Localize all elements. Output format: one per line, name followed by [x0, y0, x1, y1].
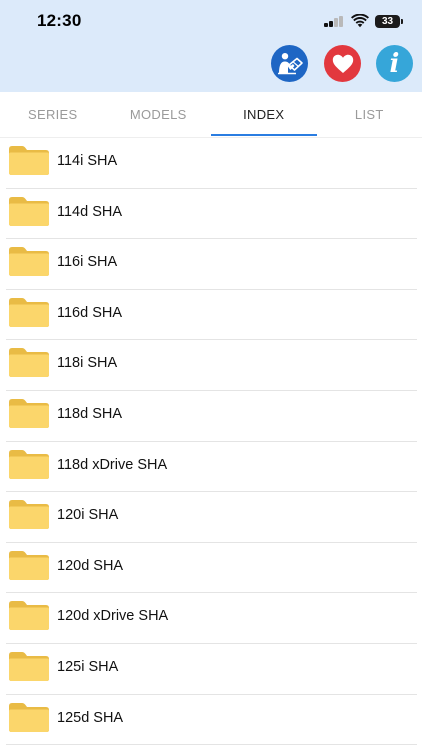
- tab-index-label: INDEX: [243, 107, 285, 122]
- status-icons: 33: [324, 13, 403, 29]
- list-item-label: 118d xDrive SHA: [57, 456, 168, 473]
- list-item[interactable]: 114i SHA: [0, 138, 422, 189]
- list-item-label: 116i SHA: [57, 254, 118, 271]
- battery-icon: 33: [375, 14, 403, 28]
- tab-list-label: LIST: [354, 107, 384, 122]
- app-header: 12:30 33 i: [0, 0, 422, 92]
- tab-series[interactable]: SERIES: [0, 92, 106, 137]
- person-reading-book-icon: [277, 52, 303, 74]
- folder-icon: [9, 651, 49, 681]
- tab-models[interactable]: MODELS: [106, 92, 212, 137]
- battery-level: 33: [381, 15, 394, 27]
- list-item-label: 120d SHA: [57, 557, 124, 574]
- folder-icon: [9, 398, 49, 428]
- list-item[interactable]: 116d SHA: [0, 290, 422, 341]
- tab-models-label: MODELS: [129, 107, 187, 122]
- active-tab-indicator: [211, 134, 317, 136]
- list-item-label: 118d SHA: [57, 405, 123, 422]
- folder-icon: [9, 146, 49, 175]
- list-item-label: 125d SHA: [57, 709, 124, 726]
- cellular-signal-icon: [324, 15, 344, 27]
- tab-bar: SERIES MODELS INDEX LIST: [0, 92, 422, 138]
- list-item[interactable]: 120d SHA: [0, 543, 422, 594]
- wifi-icon: [351, 14, 369, 28]
- list-item-label: 118i SHA: [57, 355, 118, 372]
- favorites-button[interactable]: [324, 45, 361, 82]
- folder-icon: [9, 297, 49, 327]
- folder-icon: [9, 196, 49, 226]
- reader-book-button[interactable]: [271, 45, 308, 82]
- folder-icon: [9, 500, 49, 530]
- status-time: 12:30: [37, 11, 82, 30]
- folder-icon: [9, 601, 49, 631]
- list-item-label: 125i SHA: [57, 658, 119, 675]
- list-item[interactable]: 120d xDrive SHA: [0, 593, 422, 644]
- list-item-label: 114d SHA: [57, 203, 123, 220]
- list-item[interactable]: 118d SHA: [0, 391, 422, 442]
- tab-index[interactable]: INDEX: [211, 92, 317, 137]
- tab-list[interactable]: LIST: [317, 92, 422, 137]
- folder-icon: [9, 449, 49, 479]
- list-item[interactable]: 125i SHA: [0, 644, 422, 695]
- folder-icon: [9, 702, 49, 732]
- list-item[interactable]: 114d SHA: [0, 189, 422, 240]
- list-item-label: 120d xDrive SHA: [57, 608, 169, 625]
- list-item[interactable]: 118i SHA: [0, 340, 422, 391]
- folder-icon: [9, 348, 49, 378]
- index-list: 114i SHA 114d SHA 116i SHA 116d SHA 118i SHA…: [0, 138, 422, 745]
- list-item[interactable]: 120i SHA: [0, 492, 422, 543]
- tab-series-label: SERIES: [28, 107, 78, 122]
- list-item-label: 114i SHA: [57, 153, 118, 169]
- info-icon: i: [389, 49, 400, 79]
- folder-icon: [9, 247, 49, 277]
- heart-icon: [332, 54, 353, 73]
- list-item-label: 120i SHA: [57, 507, 119, 524]
- list-item[interactable]: 116i SHA: [0, 239, 422, 290]
- list-item[interactable]: 118d xDrive SHA: [0, 442, 422, 493]
- folder-icon: [9, 550, 49, 580]
- info-button[interactable]: i: [376, 45, 413, 82]
- list-item-label: 116d SHA: [57, 304, 123, 321]
- list-item[interactable]: 125d SHA: [0, 695, 422, 746]
